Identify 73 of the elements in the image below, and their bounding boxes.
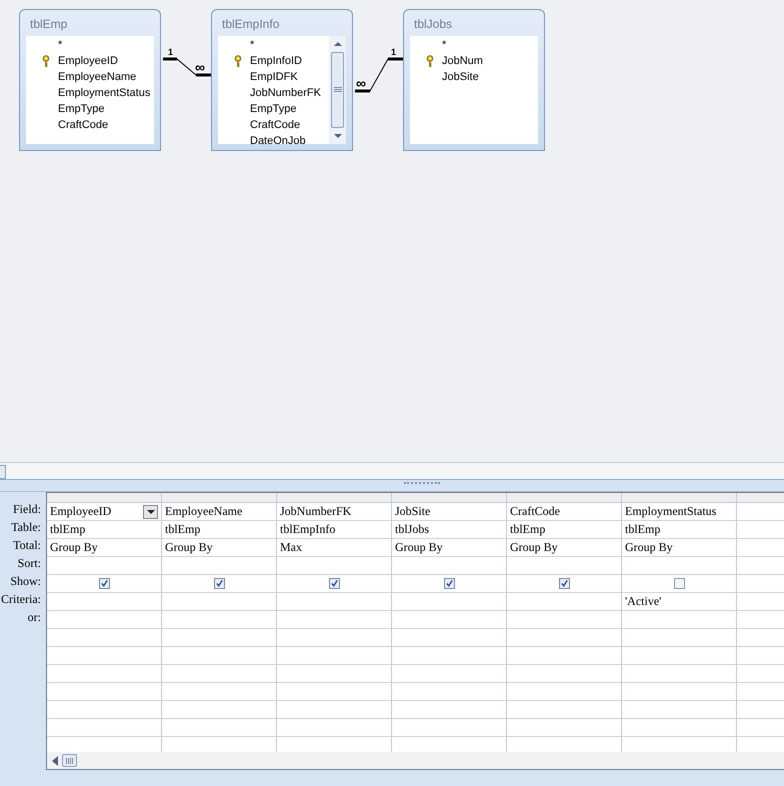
field-name[interactable]: EmpIDFK — [250, 71, 298, 83]
table-cell[interactable]: tblEmpInfo — [277, 521, 391, 539]
grip-icon — [334, 87, 342, 93]
scroll-thumb[interactable] — [331, 52, 344, 128]
splitter[interactable] — [0, 480, 784, 492]
table-cell[interactable]: tblEmp — [507, 521, 621, 539]
field-name[interactable]: EmployeeID — [58, 55, 118, 67]
field-name[interactable]: EmployeeName — [58, 71, 136, 83]
cardinality-label: 1 — [168, 47, 174, 57]
relationship-line[interactable] — [354, 58, 404, 92]
table-box[interactable]: tblJobs * JobNum JobSite — [403, 9, 545, 151]
field-name[interactable]: JobSite — [442, 71, 479, 83]
field-name[interactable]: * — [58, 39, 62, 51]
row-label: Total: — [12, 538, 42, 554]
criteria-cell[interactable]: 'Active' — [625, 593, 662, 610]
down-arrow-icon[interactable] — [332, 132, 342, 140]
horizontal-scrollbar[interactable] — [47, 752, 784, 769]
show-checkbox[interactable] — [98, 578, 110, 589]
show-checkbox[interactable] — [328, 578, 340, 589]
cardinality-label: ∞ — [195, 59, 205, 75]
field-name[interactable]: EmpInfoID — [250, 55, 302, 67]
field-cell[interactable]: EmploymentStatus — [622, 503, 736, 521]
total-cell[interactable]: Group By — [507, 539, 621, 557]
field-name[interactable]: EmpType — [58, 103, 104, 115]
field-cell[interactable]: EmployeeName — [162, 503, 276, 521]
field-name[interactable]: EmploymentStatus — [58, 87, 150, 99]
horizontal-scrollbar[interactable] — [0, 462, 784, 480]
field-name[interactable]: * — [250, 39, 254, 51]
table-title: tblEmp — [29, 16, 68, 32]
scroll-thumb[interactable] — [62, 754, 77, 767]
table-box[interactable]: tblEmp * EmployeeID EmployeeName EmploymentStatus EmpType CraftCode — [19, 9, 161, 151]
table-cell[interactable]: tblEmp — [162, 521, 276, 539]
field-cell[interactable]: JobNumberFK — [277, 503, 391, 521]
table-cell[interactable]: tblEmp — [622, 521, 736, 539]
table-cell[interactable]: tblEmp — [47, 521, 161, 539]
field-name[interactable]: CraftCode — [58, 119, 108, 131]
vertical-scrollbar[interactable] — [329, 36, 346, 144]
total-cell[interactable]: Max — [277, 539, 391, 557]
row-label: Criteria: — [0, 592, 42, 608]
row-label: or: — [26, 610, 42, 626]
field-name[interactable]: JobNumberFK — [250, 87, 321, 99]
total-cell[interactable]: Group By — [162, 539, 276, 557]
table-box[interactable]: tblEmpInfo * EmpInfoID EmpIDFK JobNumberFK EmpType CraftCode DateOnJob — [211, 9, 353, 151]
field-name[interactable]: EmpType — [250, 103, 296, 115]
caret-icon — [146, 510, 154, 514]
field-name[interactable]: * — [442, 39, 446, 51]
show-checkbox[interactable] — [558, 578, 570, 589]
total-cell[interactable]: Group By — [622, 539, 736, 557]
field-cell[interactable]: CraftCode — [507, 503, 621, 521]
show-checkbox[interactable] — [674, 578, 684, 589]
dropdown-button[interactable] — [143, 504, 158, 518]
left-arrow-icon[interactable] — [52, 756, 58, 766]
field-name[interactable]: CraftCode — [250, 119, 300, 131]
row-label: Show: — [9, 574, 42, 590]
show-checkbox[interactable] — [444, 578, 454, 589]
row-label: Sort: — [16, 556, 42, 572]
relationship-line[interactable] — [162, 58, 212, 76]
table-title: tblEmpInfo — [221, 16, 280, 32]
grip-icon — [66, 758, 74, 764]
row-label: Field: — [12, 502, 42, 518]
field-cell[interactable]: EmployeeID — [47, 503, 161, 521]
cardinality-label: ∞ — [356, 75, 366, 91]
field-cell[interactable]: JobSite — [392, 503, 506, 521]
show-checkbox[interactable] — [214, 578, 224, 589]
field-name[interactable]: JobNum — [442, 55, 483, 67]
field-name[interactable]: DateOnJob — [250, 135, 306, 144]
up-arrow-icon[interactable] — [332, 40, 342, 48]
total-cell[interactable]: Group By — [47, 539, 161, 557]
table-cell[interactable]: tblJobs — [392, 521, 506, 539]
row-label: Table: — [10, 520, 42, 536]
cardinality-label: 1 — [391, 47, 396, 57]
table-title: tblJobs — [413, 16, 454, 32]
total-cell[interactable]: Group By — [392, 539, 506, 557]
